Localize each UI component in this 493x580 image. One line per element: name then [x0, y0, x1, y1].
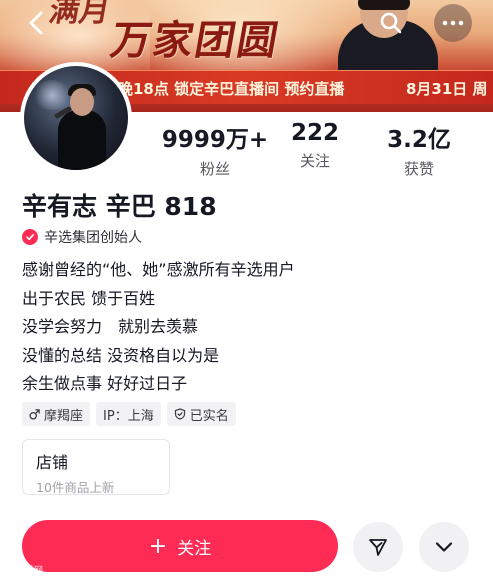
likes-label: 获赞 [403, 160, 434, 178]
followers-count: 9999万+ [161, 127, 269, 153]
profile-name: 辛有志 辛巴 818 [22, 192, 217, 221]
search-icon [380, 12, 402, 34]
back-button[interactable] [18, 4, 56, 42]
watermark-text: 人民网 [16, 566, 44, 576]
verified-check-icon [22, 229, 38, 245]
bio-line: 感谢曾经的“他、她”感激所有辛选用户 [22, 260, 295, 279]
watermark: 人民网 [4, 563, 43, 576]
profile-bio: 感谢曾经的“他、她”感激所有辛选用户 出于农民 馈于百姓 没学会努力 就别去羡慕… [22, 256, 295, 399]
likes-count: 3.2亿 [387, 127, 451, 153]
tag-ip-location: IP：上海 [96, 402, 161, 426]
shield-check-icon [174, 408, 185, 420]
shop-card[interactable]: 店铺 10件商品上新 [22, 439, 170, 495]
stat-followers[interactable]: 9999万+ 粉丝 [160, 120, 270, 179]
profile-avatar[interactable] [20, 62, 132, 174]
watermark-icon [4, 565, 13, 574]
stat-likes[interactable]: 3.2亿 获赞 [378, 120, 460, 179]
profile-tags: 摩羯座 IP：上海 已实名 [22, 402, 236, 426]
shop-subtitle: 10件商品上新 [36, 480, 115, 495]
verification-row: 辛选集团创始人 [22, 227, 142, 247]
search-button[interactable] [372, 4, 410, 42]
tag-ip-label: IP：上海 [103, 408, 154, 424]
tag-real-name-label: 已实名 [189, 408, 229, 424]
following-label: 关注 [299, 152, 330, 170]
male-icon [29, 408, 40, 420]
follow-button[interactable]: + 关注 [22, 520, 338, 572]
following-count: 222 [290, 120, 339, 146]
shop-title: 店铺 [36, 453, 69, 472]
tag-real-name: 已实名 [166, 402, 236, 426]
more-button[interactable] [434, 4, 472, 42]
bio-line: 出于农民 馈于百姓 [22, 288, 156, 308]
tag-zodiac: 摩羯座 [22, 402, 91, 426]
more-icon [442, 20, 464, 26]
banner-portrait [300, 0, 440, 80]
share-send-icon [369, 539, 387, 556]
back-icon [29, 11, 43, 35]
stat-following[interactable]: 222 关注 [283, 120, 347, 171]
bio-line: 余生做点事 好好过日子 [22, 374, 188, 393]
live-announcement-text: 晚18点 锁定辛巴直播间 预约直播 [118, 80, 345, 98]
verification-text: 辛选集团创始人 [44, 230, 142, 246]
follow-label: 关注 [177, 538, 212, 559]
banner-calligraphy-top: 满月 [46, 0, 113, 29]
dropdown-button[interactable] [419, 522, 469, 572]
tag-zodiac-label: 摩羯座 [44, 408, 84, 424]
plus-icon: + [148, 533, 168, 559]
chevron-down-icon [435, 542, 453, 552]
banner-calligraphy: 万家团圆 [107, 17, 284, 64]
bio-line: 没懂的总结 没资格自以为是 [22, 345, 220, 365]
followers-label: 粉丝 [199, 160, 230, 178]
bio-line: 没学会努力 就别去羡慕 [22, 317, 199, 336]
live-date-text: 8月31日 周 [406, 80, 488, 98]
share-button[interactable] [353, 522, 403, 572]
